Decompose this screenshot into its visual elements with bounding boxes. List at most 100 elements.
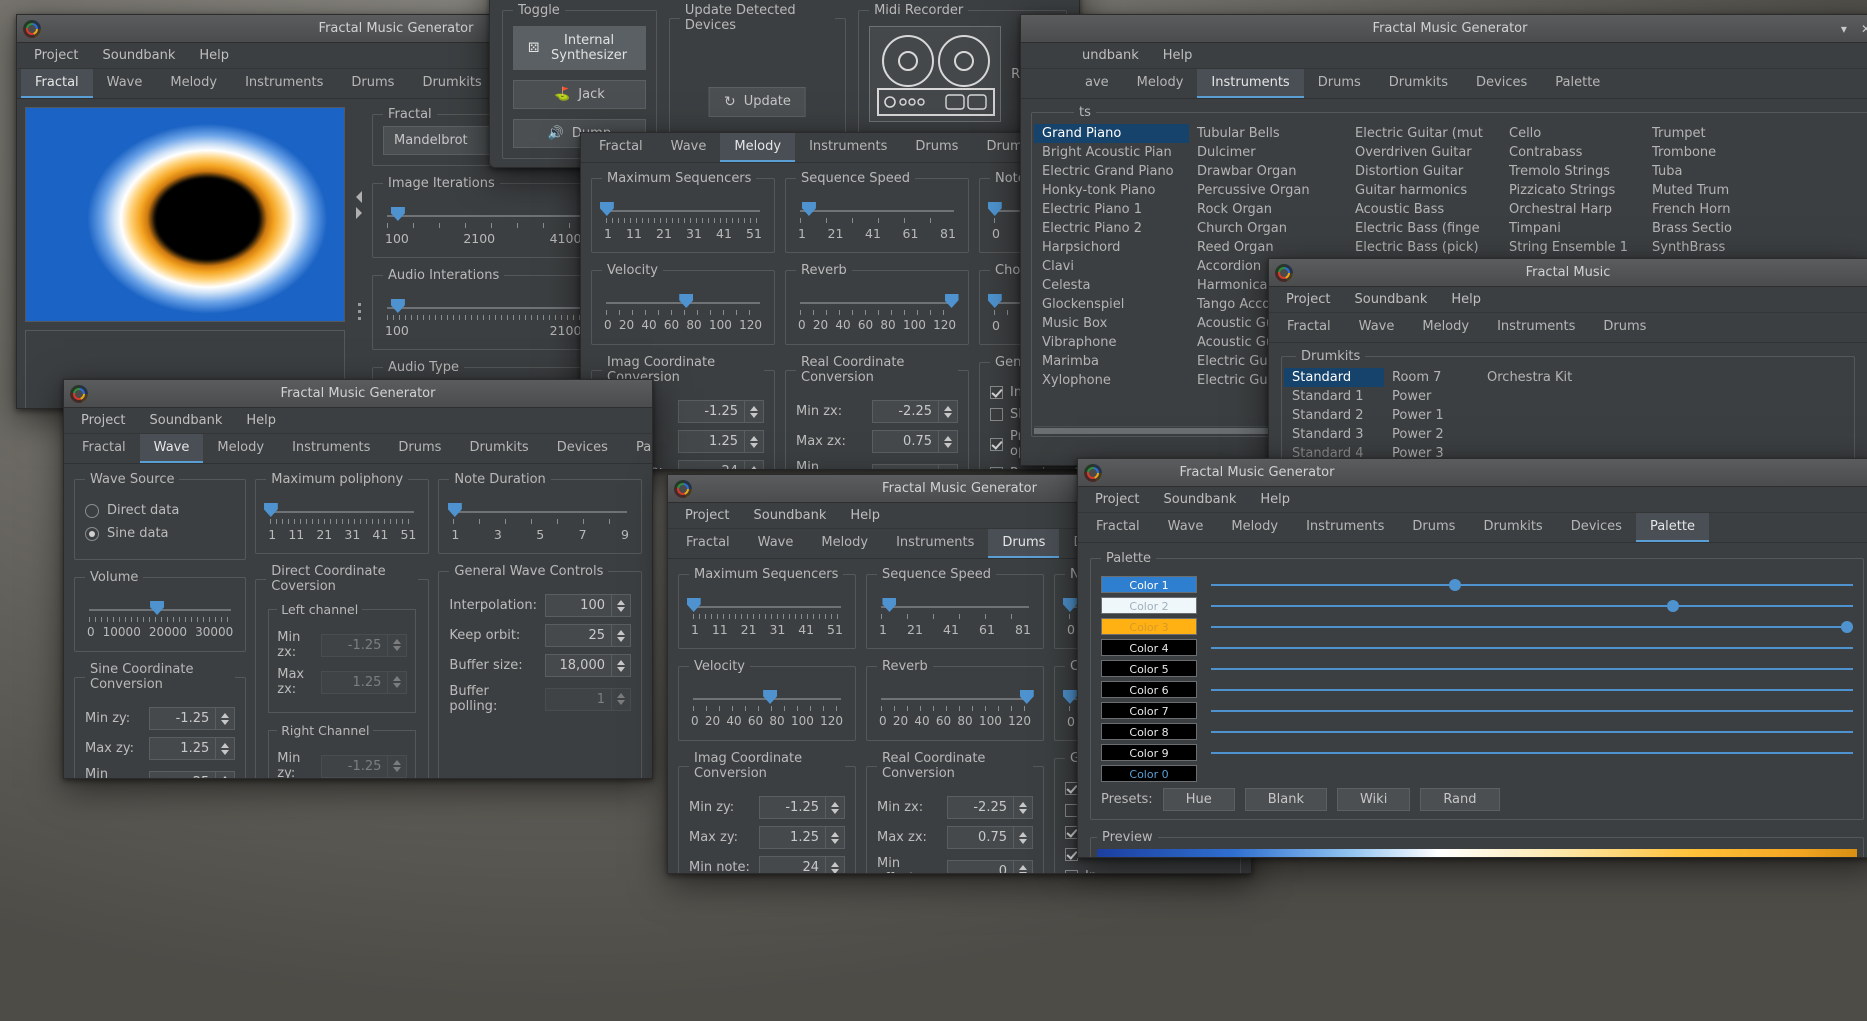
menu-help[interactable]: Help	[237, 410, 285, 431]
color-swatch-1[interactable]: Color 1	[1101, 576, 1197, 593]
left-min-zx-spinner[interactable]	[321, 633, 408, 657]
palette-row[interactable]: Color 6	[1101, 681, 1853, 698]
list-item[interactable]: Electric Piano 1	[1034, 200, 1189, 219]
window-drumkits[interactable]: Fractal Music Project Soundbank Help Fra…	[1268, 258, 1867, 463]
max-zy-spinner[interactable]	[678, 430, 764, 453]
tab-wave[interactable]: Wave	[657, 133, 721, 162]
max-zx-input[interactable]	[872, 430, 938, 453]
list-item[interactable]: Distortion Guitar	[1347, 162, 1501, 181]
tab-drumkits[interactable]: Drumkits	[1469, 513, 1556, 542]
tab-melody[interactable]: Melody	[156, 69, 231, 98]
list-item[interactable]: Vibraphone	[1034, 333, 1189, 352]
list-item[interactable]: Pizzicato Strings	[1501, 181, 1644, 200]
color-slider-2[interactable]	[1211, 599, 1853, 613]
reverb-slider[interactable]: 0 20 40 60 80 100 120	[796, 288, 959, 334]
tab-drums[interactable]: Drums	[1398, 513, 1469, 542]
tab-drums[interactable]: Drums	[988, 529, 1060, 558]
min-note-input[interactable]	[678, 460, 744, 469]
tab-melody[interactable]: Melody	[720, 133, 796, 162]
list-item[interactable]: SynthBrass	[1644, 238, 1784, 257]
tab-fractal[interactable]: Fractal	[672, 529, 744, 558]
tab-drums[interactable]: Drums	[901, 133, 972, 162]
list-item[interactable]: Music Box	[1034, 314, 1189, 333]
drums-min-note-input[interactable]	[759, 856, 825, 873]
tab-wave[interactable]: Wave	[93, 69, 157, 98]
preset-rand-button[interactable]: Rand	[1420, 788, 1500, 811]
menu-soundbank[interactable]: undbank	[1073, 45, 1148, 66]
list-item[interactable]: Contrabass	[1501, 143, 1644, 162]
checkbox-icon[interactable]	[990, 437, 1003, 451]
palette-row[interactable]: Color 1	[1101, 576, 1853, 593]
menu-help[interactable]: Help	[1442, 289, 1490, 310]
radio-icon[interactable]	[85, 526, 99, 541]
drums-min-zx-input[interactable]	[947, 796, 1013, 819]
list-item[interactable]: Acoustic Bass	[1347, 200, 1501, 219]
menu-soundbank[interactable]: Soundbank	[140, 410, 231, 431]
titlebar-drumkits[interactable]: Fractal Music	[1269, 259, 1867, 287]
drums-reverb-slider[interactable]: 0 20 40 60 80 100 120	[877, 684, 1034, 730]
color-slider-4[interactable]	[1211, 641, 1853, 655]
drums-max-zx-spinner[interactable]	[947, 826, 1033, 849]
list-item[interactable]: String Ensemble 1	[1501, 238, 1644, 257]
menu-project[interactable]: Project	[1277, 289, 1339, 310]
tab-wave[interactable]: Wave	[744, 529, 808, 558]
drums-min-zy-input[interactable]	[759, 796, 825, 819]
drums-min-effect-input[interactable]	[947, 859, 1013, 873]
list-item[interactable]: Electric Bass (pick)	[1347, 238, 1501, 257]
drums-max-zy-input[interactable]	[759, 826, 825, 849]
tab-drumkits[interactable]: Drumkits	[1375, 69, 1462, 98]
tab-drumkits[interactable]: Drumkits	[408, 69, 495, 98]
color-swatch-0[interactable]: Color 0	[1101, 765, 1197, 782]
tab-melody[interactable]: Melody	[1217, 513, 1292, 542]
tabbar-wave[interactable]: Fractal Wave Melody Instruments Drums Dr…	[64, 434, 652, 464]
drums-max-sequencers-slider[interactable]: 1 11 21 31 41 51	[686, 592, 845, 638]
splitter-handle[interactable]	[355, 107, 364, 408]
buffer-polling-input[interactable]	[545, 687, 611, 711]
menu-soundbank[interactable]: Soundbank	[1154, 489, 1245, 510]
window-wave[interactable]: Fractal Music Generator Project Soundban…	[63, 379, 653, 779]
palette-row[interactable]: Color 9	[1101, 744, 1853, 761]
keep-orbit-input[interactable]	[545, 624, 611, 647]
interpolation-spinner[interactable]	[545, 594, 631, 617]
menubar-instruments[interactable]: undbank Help	[1021, 43, 1867, 69]
left-max-zx-spinner[interactable]	[321, 670, 408, 694]
menubar-wave[interactable]: Project Soundbank Help	[64, 408, 652, 434]
tab-drums[interactable]: Drums	[1304, 69, 1375, 98]
titlebar-instruments[interactable]: Fractal Music Generator ▾ ✕	[1021, 15, 1867, 43]
tab-instruments[interactable]: Instruments	[1483, 313, 1589, 342]
titlebar-wave[interactable]: Fractal Music Generator	[64, 380, 652, 408]
color-slider-9[interactable]	[1211, 746, 1853, 760]
tabbar-drumkits[interactable]: Fractal Wave Melody Instruments Drums	[1269, 313, 1867, 343]
menubar-drumkits[interactable]: Project Soundbank Help	[1269, 287, 1867, 313]
list-item[interactable]: Orchestral Harp	[1501, 200, 1644, 219]
list-item[interactable]: Electric Bass (finge	[1347, 219, 1501, 238]
list-item[interactable]: Reed Organ	[1189, 238, 1347, 257]
tab-fractal[interactable]: Fractal	[1273, 313, 1345, 342]
sine-min-zy-spinner[interactable]	[149, 707, 236, 730]
palette-row[interactable]: Color 4	[1101, 639, 1853, 656]
menu-help[interactable]: Help	[1251, 489, 1299, 510]
color-swatch-7[interactable]: Color 7	[1101, 702, 1197, 719]
menu-project[interactable]: Project	[1086, 489, 1148, 510]
close-icon[interactable]: ✕	[1861, 22, 1867, 36]
menu-soundbank[interactable]: Soundbank	[744, 505, 835, 526]
list-item[interactable]: Cello	[1501, 124, 1644, 143]
left-max-zx-input[interactable]	[321, 670, 388, 694]
palette-row[interactable]: Color 7	[1101, 702, 1853, 719]
palette-row[interactable]: Color 0	[1101, 765, 1853, 782]
color-slider-1[interactable]	[1211, 578, 1853, 592]
buffer-size-spinner[interactable]	[545, 654, 631, 677]
list-item[interactable]: Standard 1	[1284, 387, 1384, 406]
tab-drums[interactable]: Drums	[384, 434, 455, 463]
tab-instruments[interactable]: Instruments	[1197, 69, 1304, 98]
sine-max-zy-input[interactable]	[149, 737, 216, 760]
list-item[interactable]: Tremolo Strings	[1501, 162, 1644, 181]
max-sequencers-slider[interactable]: 1 11 21 31 41 51	[599, 196, 764, 242]
min-freq-spinner[interactable]	[149, 770, 236, 778]
tab-wave[interactable]: Wave	[139, 434, 204, 463]
preset-blank-button[interactable]: Blank	[1244, 788, 1327, 811]
color-slider-3[interactable]	[1211, 620, 1853, 634]
min-note-spinner[interactable]	[678, 460, 764, 469]
velocity-slider[interactable]: 0 20 40 60 80 100 120	[602, 288, 764, 334]
list-item[interactable]: Glockenspiel	[1034, 295, 1189, 314]
